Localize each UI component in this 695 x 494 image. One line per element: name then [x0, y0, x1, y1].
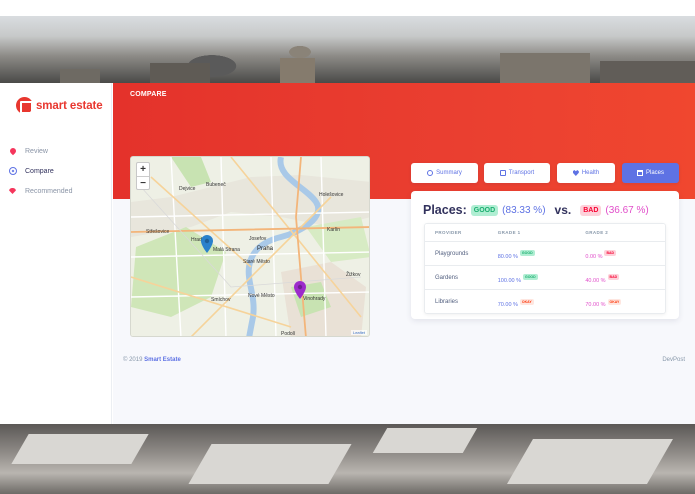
grade-2-value: 0.00 % [585, 253, 603, 260]
grade-1-badge: GOOD [522, 274, 538, 281]
map-label: Podolí [281, 331, 296, 337]
grade-1-value: 80.00 % [497, 253, 518, 260]
zoom-in-button[interactable]: + [137, 163, 149, 176]
bad-badge: BAD [580, 204, 602, 216]
map-label: Smíchov [211, 297, 231, 303]
compass-icon [9, 167, 17, 175]
table-header: PROVIDER GRADE 1 GRADE 2 [425, 224, 665, 242]
copyright-text: © 2019 [123, 357, 143, 363]
grade-1-badge: GOOD [519, 250, 535, 257]
page-title: COMPARE [130, 91, 167, 98]
column-header: GRADE 1 [497, 230, 521, 235]
tab-label: Transport [508, 170, 535, 176]
table-row: Libraries 70.00 %OKAY 70.00 %OKAY [425, 290, 665, 313]
map-attribution-link[interactable]: Leaflet [350, 330, 367, 335]
map-marker-blue-icon[interactable] [201, 235, 213, 253]
tab-summary[interactable]: Summary [411, 163, 478, 183]
tab-label: Places [645, 170, 664, 176]
compare-tabs: Summary Transport Health Places [411, 163, 679, 183]
column-header: GRADE 2 [585, 230, 609, 235]
good-badge: GOOD [470, 204, 499, 216]
sidebar-item-recommended[interactable]: Recommended [0, 181, 112, 201]
map-view[interactable]: Bubeneč Dejvice Holešovice Střešovice Hr… [130, 156, 370, 337]
provider-name: Libraries [435, 299, 459, 305]
building-logo-icon [16, 97, 33, 114]
globe-icon [427, 170, 434, 176]
bus-icon [499, 170, 506, 176]
zoom-out-button[interactable]: − [137, 176, 149, 189]
map-label: Bubeneč [206, 182, 226, 188]
table-row: Playgrounds 80.00 %GOOD 0.00 %BAD [425, 242, 665, 266]
grade-2-badge: BAD [607, 274, 620, 281]
places-table: PROVIDER GRADE 1 GRADE 2 Playgrounds 80.… [424, 223, 666, 314]
map-label: Vinohrady [303, 296, 326, 302]
heart-icon [572, 170, 579, 176]
tab-transport[interactable]: Transport [484, 163, 550, 183]
grade-1-value: 100.00 % [497, 277, 521, 284]
grade-2-value: 70.00 % [585, 302, 606, 308]
footer-brand-link[interactable]: Smart Estate [144, 357, 181, 363]
tab-label: Health [581, 170, 600, 176]
provider-name: Playgrounds [435, 250, 469, 257]
sidebar-item-label: Compare [25, 167, 54, 175]
map-label: Nové Město [248, 293, 275, 299]
grade-2-badge: OKAY [607, 298, 622, 305]
brand-logo[interactable]: smart estate [16, 97, 103, 114]
vs-label: vs. [554, 203, 572, 217]
grade-1-badge: OKAY [519, 298, 534, 305]
map-tiles [131, 157, 369, 336]
map-label: Malá Strana [213, 247, 240, 253]
tab-label: Summary [436, 170, 462, 176]
places-summary: Places: GOOD (83.33 %) vs. BAD (36.67 %) [423, 203, 649, 217]
places-title: Places: [423, 203, 467, 217]
page-root: smart estate Review Compare Recommended … [0, 0, 695, 494]
zoom-control: + − [136, 162, 150, 190]
bad-percentage: (36.67 %) [605, 204, 649, 216]
heart-pin-icon [9, 188, 16, 194]
sidebar-nav: Review Compare Recommended [0, 141, 112, 201]
sidebar-item-compare[interactable]: Compare [0, 161, 112, 181]
map-marker-purple-icon[interactable] [294, 281, 306, 299]
provider-name: Gardens [435, 274, 459, 281]
sidebar: smart estate Review Compare Recommended [0, 83, 112, 424]
building-icon [636, 170, 643, 176]
footer-copyright: © 2019 Smart Estate [123, 357, 181, 363]
main-content: COMPARE Bubeneč Dejvice Holešovice Střeš… [113, 83, 695, 424]
tab-health[interactable]: Health [557, 163, 615, 183]
column-header: PROVIDER [435, 230, 462, 235]
tab-places[interactable]: Places [622, 163, 679, 183]
footer-devpost-link[interactable]: DevPost [662, 357, 685, 363]
city-photo-bottom [0, 424, 695, 494]
good-percentage: (83.33 %) [502, 204, 546, 216]
map-pin-icon [8, 146, 18, 156]
map-label: Holešovice [319, 192, 344, 198]
map-label: Praha [257, 246, 274, 252]
map-label: Josefov [249, 236, 267, 242]
map-label: Karlín [327, 227, 341, 233]
map-label: Žižkov [346, 272, 361, 278]
map-label: Dejvice [179, 186, 196, 192]
map-label: Střešovice [146, 229, 170, 235]
sidebar-item-label: Review [25, 147, 48, 155]
brand-name: smart estate [36, 99, 103, 112]
grade-2-value: 40.00 % [585, 277, 606, 284]
map-label: Staré Město [243, 259, 270, 265]
grade-2-badge: BAD [604, 250, 617, 257]
sidebar-item-review[interactable]: Review [0, 141, 112, 161]
grade-1-value: 70.00 % [497, 302, 518, 308]
table-row: Gardens 100.00 %GOOD 40.00 %BAD [425, 266, 665, 290]
sidebar-item-label: Recommended [25, 187, 73, 195]
city-photo-top [0, 16, 695, 83]
places-card: Places: GOOD (83.33 %) vs. BAD (36.67 %)… [411, 191, 679, 319]
